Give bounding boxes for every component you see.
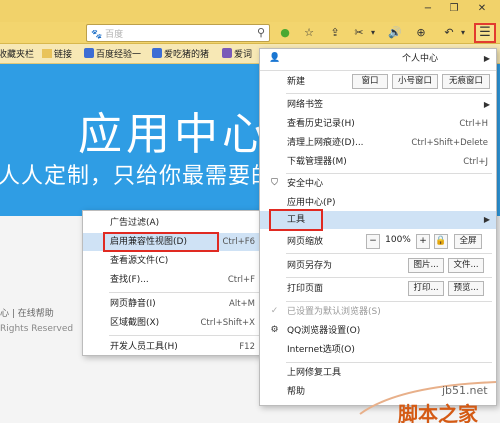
watermark-brand: 脚本之家 [398, 402, 478, 423]
folder-icon [42, 49, 52, 58]
bookmark-baidu[interactable]: 百度经验一 [84, 47, 141, 60]
zoom-in-button[interactable]: + [416, 234, 430, 249]
new-window-button[interactable]: 窗口 [352, 74, 388, 89]
scissors-dropdown-icon[interactable]: ▾ [364, 24, 382, 42]
main-menu: 👤 个人中心 ▶ 新建 窗口 小号窗口 无痕窗口 网络书签 ▶ 查看历史记录(H… [259, 48, 497, 406]
divider [286, 277, 492, 278]
page-title: 应用中心 [78, 109, 270, 160]
menu-item-browser-settings[interactable]: ⚙ QQ浏览器设置(O) [260, 322, 496, 340]
wechat-icon[interactable]: ● [276, 24, 294, 42]
new-incognito-window-button[interactable]: 无痕窗口 [442, 74, 490, 89]
gear-icon: ⚙ [270, 325, 279, 335]
lock-icon[interactable]: 🔒 [434, 234, 448, 249]
new-small-window-button[interactable]: 小号窗口 [392, 74, 438, 89]
minimize-icon[interactable]: − [418, 0, 438, 18]
divider [286, 362, 492, 363]
menu-item-adblock[interactable]: 广告过滤(A) [83, 214, 263, 232]
shield-icon: ⛉ [271, 178, 278, 188]
save-image-button[interactable]: 图片... [408, 258, 444, 273]
speaker-icon[interactable]: 🔊 [386, 24, 404, 42]
menu-item-default-browser: ✓ 已设置为默认浏览器(S) [270, 306, 381, 317]
menu-item-devtools[interactable]: 开发人员工具(H) F12 [83, 338, 263, 356]
bookmark-ci[interactable]: 爱词 [222, 47, 252, 60]
menu-item-save-as: 网页另存为 图片... 文件... [260, 257, 496, 275]
zoom-out-button[interactable]: − [366, 234, 380, 249]
restore-icon[interactable]: ❐ [444, 0, 464, 18]
chevron-right-icon: ▶ [483, 100, 490, 109]
highlight-box [103, 232, 219, 252]
close-icon[interactable]: ✕ [472, 0, 492, 18]
divider [260, 70, 496, 71]
footer-copyright: Rights Reserved [0, 324, 74, 334]
divider [109, 335, 259, 336]
menu-item-user-center[interactable]: 👤 个人中心 ▶ [260, 50, 496, 68]
menu-item-security-center[interactable]: ⛉ 安全中心 [260, 175, 496, 193]
chevron-right-icon: ▶ [483, 215, 490, 224]
search-input[interactable]: 🐾 百度 ⚲ [86, 24, 270, 42]
menu-item-screenshot[interactable]: 区域截图(X) Ctrl+Shift+X [83, 314, 263, 332]
menu-item-web-bookmarks[interactable]: 网络书签 ▶ [260, 96, 496, 114]
menu-item-new: 新建 窗口 小号窗口 无痕窗口 [260, 73, 496, 91]
highlight-box [269, 209, 323, 231]
main-menu-icon[interactable]: ☰ [474, 23, 496, 43]
print-button[interactable]: 打印... [408, 281, 444, 296]
title-bar: − ❐ ✕ [0, 0, 500, 22]
menu-item-print: 打印页面 打印... 预览... [260, 280, 496, 298]
zoom-level: 100% [385, 235, 411, 245]
menu-item-find[interactable]: 查找(F)... Ctrl+F [83, 271, 263, 289]
baidu-icon: 🐾 [91, 30, 103, 40]
paw-icon [84, 48, 94, 58]
page-subtitle: 人人定制，只给你最需要的 [0, 164, 275, 189]
menu-item-history[interactable]: 查看历史记录(H) Ctrl+H [260, 115, 496, 133]
back-dropdown-icon[interactable]: ▾ [454, 24, 472, 42]
check-icon: ✓ [270, 306, 279, 316]
divider [286, 93, 492, 94]
search-icon[interactable]: ⚲ [257, 26, 265, 39]
divider [286, 253, 492, 254]
fullscreen-button[interactable]: 全屏 [454, 234, 482, 249]
menu-item-mute[interactable]: 网页静音(I) Alt+M [83, 295, 263, 313]
save-file-button[interactable]: 文件... [448, 258, 484, 273]
paw-icon [152, 48, 162, 58]
print-preview-button[interactable]: 预览... [448, 281, 484, 296]
menu-item-downloads[interactable]: 下载管理器(M) Ctrl+J [260, 153, 496, 171]
chevron-right-icon: ▶ [483, 54, 490, 63]
bookmark-links[interactable]: 链接 [42, 47, 72, 60]
menu-item-view-source[interactable]: 查看源文件(C) [83, 252, 263, 270]
user-icon: 👤 [269, 53, 281, 63]
search-engine-label: 🐾 百度 [91, 30, 124, 40]
star-icon[interactable]: ☆ [300, 24, 318, 42]
divider [286, 301, 492, 302]
site-icon [222, 48, 232, 58]
divider [109, 292, 259, 293]
menu-item-internet-options[interactable]: Internet选项(O) [260, 341, 496, 359]
footer-links[interactable]: 心 | 在线帮助 [0, 306, 54, 319]
bookmark-favorites[interactable]: 收藏夹栏 [0, 47, 34, 60]
tools-submenu: 广告过滤(A) 启用兼容性视图(D) Ctrl+F6 查看源文件(C) 查找(F)… [82, 210, 264, 356]
download-icon[interactable]: ⊕ [412, 24, 430, 42]
menu-item-clear-traces[interactable]: 清理上网痕迹(D)... Ctrl+Shift+Delete [260, 134, 496, 152]
bookmark-pig[interactable]: 爱吃猪的猪 [152, 47, 209, 60]
watermark-site: jb51.net [442, 384, 488, 397]
divider [286, 173, 492, 174]
menu-item-zoom: 网页缩放 − 100% + 🔒 全屏 [260, 233, 496, 251]
share-icon[interactable]: ⇪ [326, 24, 344, 42]
